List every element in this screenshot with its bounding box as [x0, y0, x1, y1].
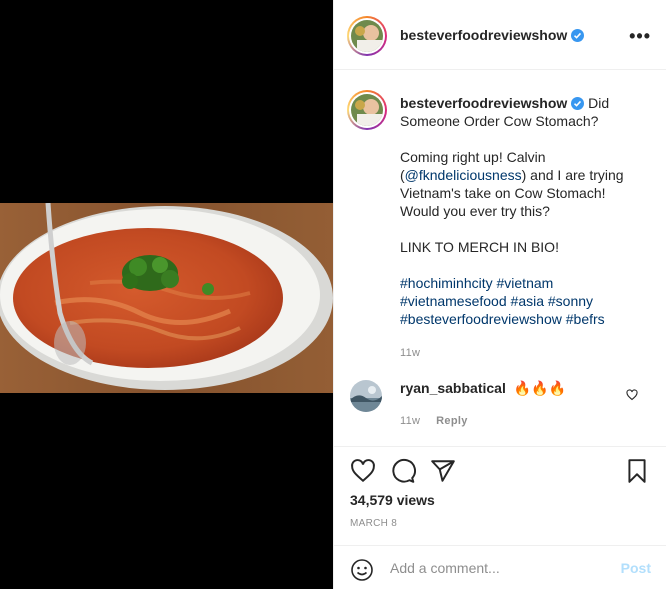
post-comment-button[interactable]: Post [621, 560, 651, 576]
hashtag-link[interactable]: #asia [511, 293, 544, 309]
verified-badge-icon [571, 29, 585, 42]
emoji-icon[interactable] [350, 558, 374, 587]
avatar [351, 20, 383, 52]
header-username[interactable]: besteverfoodreviewshow [400, 27, 567, 43]
save-bookmark-icon[interactable] [624, 458, 650, 489]
verified-badge-icon [571, 97, 585, 110]
caption-username[interactable]: besteverfoodreviewshow [400, 95, 567, 111]
hashtag-link[interactable]: #vietnamesefood [400, 293, 507, 309]
add-comment-bar: Add a comment... Post [334, 546, 666, 589]
caption-avatar [351, 94, 383, 126]
post-date[interactable]: MARCH 8 [350, 518, 397, 529]
caption-story-ring[interactable] [347, 90, 387, 130]
commenter-avatar[interactable] [350, 380, 382, 412]
hashtag-link[interactable]: #befrs [566, 311, 605, 327]
like-icon[interactable] [350, 458, 376, 489]
post-header: besteverfoodreviewshow ••• [334, 0, 666, 70]
divider [334, 446, 666, 447]
comment-timestamp[interactable]: 11w [400, 415, 420, 427]
post-media[interactable] [0, 0, 333, 589]
more-options-icon[interactable]: ••• [629, 26, 651, 47]
hashtag-link[interactable]: #hochiminhcity [400, 275, 493, 291]
hashtag-link[interactable]: #besteverfoodreviewshow [400, 311, 562, 327]
caption-merch: LINK TO MERCH IN BIO! [400, 239, 559, 255]
post-side-panel: besteverfoodreviewshow ••• besteverfoodr… [333, 0, 666, 589]
commenter-username[interactable]: ryan_sabbatical [400, 380, 506, 396]
post-caption: besteverfoodreviewshow Did Someone Order… [400, 94, 648, 362]
comment-text: 🔥🔥🔥 [513, 380, 567, 396]
caption-timestamp[interactable]: 11w [400, 344, 648, 362]
post-dialog: besteverfoodreviewshow ••• besteverfoodr… [0, 0, 666, 589]
share-icon[interactable] [430, 458, 456, 489]
comment-input[interactable]: Add a comment... [390, 560, 500, 576]
comment-icon[interactable] [390, 458, 416, 489]
story-ring[interactable] [347, 16, 387, 56]
comment-like-icon[interactable] [626, 389, 638, 401]
mention-link[interactable]: @fkndeliciousness [405, 167, 522, 183]
hashtag-link[interactable]: #vietnam [497, 275, 554, 291]
view-count[interactable]: 34,579 views [350, 492, 435, 508]
soup-photo [0, 203, 333, 393]
hashtag-link[interactable]: #sonny [548, 293, 593, 309]
reply-button[interactable]: Reply [436, 415, 467, 427]
comment-item: ryan_sabbatical 🔥🔥🔥 11w Reply [400, 380, 630, 427]
